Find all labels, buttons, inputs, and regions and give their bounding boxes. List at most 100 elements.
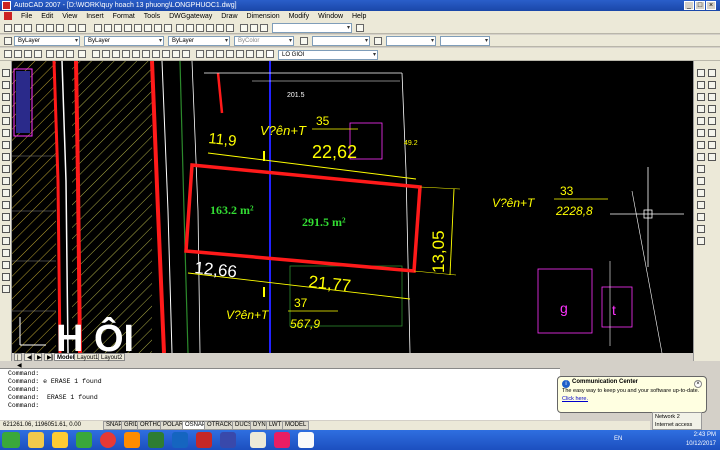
word-taskbar-icon[interactable] bbox=[172, 432, 188, 448]
lengthen-icon[interactable] bbox=[697, 165, 705, 173]
osnap-endpoint-icon[interactable] bbox=[92, 50, 100, 58]
publish-icon[interactable] bbox=[56, 24, 64, 32]
layer-color-select[interactable]: ByLayer bbox=[14, 36, 80, 46]
tab-last-icon[interactable]: ▶| bbox=[44, 353, 53, 361]
draw-ellipse-arc-icon[interactable] bbox=[2, 189, 10, 197]
linetype-select[interactable]: ByLayer bbox=[84, 36, 164, 46]
extend-tool-icon[interactable] bbox=[697, 129, 705, 137]
text-style-icon[interactable] bbox=[300, 37, 308, 45]
osnap-quadrant-icon[interactable] bbox=[132, 50, 140, 58]
point-icon[interactable] bbox=[2, 225, 10, 233]
trim-tool-icon[interactable] bbox=[708, 117, 716, 125]
rotate-icon[interactable] bbox=[78, 50, 86, 58]
menu-dimension[interactable]: Dimension bbox=[247, 11, 280, 22]
command-window[interactable]: Command: Command: e ERASE 1 found Comman… bbox=[0, 368, 560, 420]
draw-construction-line-icon[interactable] bbox=[2, 81, 10, 89]
layer-color-swatch-icon[interactable] bbox=[266, 50, 274, 58]
table-icon[interactable] bbox=[2, 273, 10, 281]
osnap-nearest-icon[interactable] bbox=[172, 50, 180, 58]
dim-jogged-icon[interactable] bbox=[144, 24, 152, 32]
maximize-button[interactable]: □ bbox=[695, 1, 705, 10]
draw-arc-icon[interactable] bbox=[2, 129, 10, 137]
open-icon[interactable] bbox=[14, 24, 22, 32]
coordinates-readout[interactable]: 621261.06, 1196051.61, 0.00 bbox=[3, 421, 81, 430]
draw-revcloud-icon[interactable] bbox=[2, 153, 10, 161]
center-mark-icon[interactable] bbox=[226, 24, 234, 32]
stretch-icon[interactable] bbox=[697, 117, 705, 125]
rotate-tool-icon[interactable] bbox=[697, 105, 705, 113]
align-icon[interactable] bbox=[697, 201, 705, 209]
qleader-icon[interactable] bbox=[206, 24, 214, 32]
dim-arc-icon[interactable] bbox=[114, 24, 122, 32]
document-icon[interactable] bbox=[4, 12, 12, 21]
tab-next-icon[interactable]: ▶ bbox=[34, 353, 42, 361]
baseline-icon[interactable] bbox=[186, 24, 194, 32]
osnap-none-icon[interactable] bbox=[182, 50, 190, 58]
offset-tool-icon[interactable] bbox=[708, 81, 716, 89]
array-icon[interactable] bbox=[697, 93, 705, 101]
region-icon[interactable] bbox=[2, 261, 10, 269]
layer-plot-icon[interactable] bbox=[256, 50, 264, 58]
mtext-icon[interactable] bbox=[2, 285, 10, 293]
mirror-icon[interactable] bbox=[697, 81, 705, 89]
trim-icon[interactable] bbox=[46, 50, 54, 58]
folder-taskbar-icon[interactable] bbox=[52, 432, 68, 448]
layer-iso-icon[interactable] bbox=[216, 50, 224, 58]
osnap-intersection-icon[interactable] bbox=[112, 50, 120, 58]
match-properties-icon[interactable] bbox=[697, 225, 705, 233]
polyline-tool-icon[interactable] bbox=[14, 50, 22, 58]
dim-text-edit-icon[interactable] bbox=[250, 24, 258, 32]
tab-prev-icon[interactable]: ◀ bbox=[24, 353, 32, 361]
media-taskbar-icon[interactable] bbox=[124, 432, 140, 448]
text-style-select[interactable] bbox=[312, 36, 370, 46]
autocad-taskbar-icon[interactable] bbox=[196, 432, 212, 448]
tab-first-icon[interactable]: |◀ bbox=[14, 353, 22, 369]
quick-dim-icon[interactable] bbox=[176, 24, 184, 32]
layer-state-icon[interactable] bbox=[206, 50, 214, 58]
explode-icon[interactable] bbox=[708, 153, 716, 161]
draw-circle-icon[interactable] bbox=[2, 141, 10, 149]
app-taskbar-icon[interactable] bbox=[148, 432, 164, 448]
lineweight-select[interactable]: ByLayer bbox=[168, 36, 230, 46]
autocad-active-taskbar-icon[interactable] bbox=[250, 432, 266, 448]
tolerance-icon[interactable] bbox=[216, 24, 224, 32]
dim-diameter-icon[interactable] bbox=[154, 24, 162, 32]
dim-linear-icon[interactable] bbox=[94, 24, 102, 32]
command-prompt[interactable]: Command: bbox=[8, 402, 560, 410]
zoom-icon[interactable] bbox=[697, 237, 705, 245]
language-indicator[interactable]: EN bbox=[614, 435, 622, 444]
menu-tools[interactable]: Tools bbox=[144, 11, 160, 22]
draw-rectangle-icon[interactable] bbox=[2, 117, 10, 125]
line-tool-icon[interactable] bbox=[4, 50, 12, 58]
arc-icon[interactable] bbox=[34, 50, 42, 58]
menu-window[interactable]: Window bbox=[318, 11, 343, 22]
extend-icon[interactable] bbox=[56, 50, 64, 58]
plotstyle-select[interactable]: ByColor bbox=[234, 36, 294, 46]
autocad-app-icon[interactable] bbox=[2, 1, 11, 10]
osnap-center-icon[interactable] bbox=[122, 50, 130, 58]
table-style-icon[interactable] bbox=[374, 37, 382, 45]
dim-radius-icon[interactable] bbox=[134, 24, 142, 32]
menu-edit[interactable]: Edit bbox=[41, 11, 53, 22]
dim-style-select[interactable] bbox=[272, 23, 352, 33]
model-toggle[interactable]: MODEL bbox=[282, 421, 310, 430]
table-style-select[interactable] bbox=[386, 36, 436, 46]
layer-prev-icon[interactable] bbox=[196, 50, 204, 58]
xline-icon[interactable] bbox=[24, 50, 32, 58]
join-icon[interactable] bbox=[697, 141, 705, 149]
start-button[interactable] bbox=[2, 432, 20, 448]
hatch-icon[interactable] bbox=[2, 237, 10, 245]
draw-polygon-icon[interactable] bbox=[2, 105, 10, 113]
measure-icon[interactable] bbox=[697, 189, 705, 197]
minimize-button[interactable]: _ bbox=[684, 1, 694, 10]
divide-icon[interactable] bbox=[697, 177, 705, 185]
layer-freeze-icon[interactable] bbox=[226, 50, 234, 58]
gradient-icon[interactable] bbox=[2, 249, 10, 257]
clock-date[interactable]: 10/12/2017 bbox=[610, 440, 716, 449]
make-block-icon[interactable] bbox=[2, 213, 10, 221]
new-icon[interactable] bbox=[4, 24, 12, 32]
menu-file[interactable]: File bbox=[21, 11, 32, 22]
osnap-perpendicular-icon[interactable] bbox=[152, 50, 160, 58]
fillet-icon[interactable] bbox=[697, 153, 705, 161]
layer-lock-icon[interactable] bbox=[236, 50, 244, 58]
